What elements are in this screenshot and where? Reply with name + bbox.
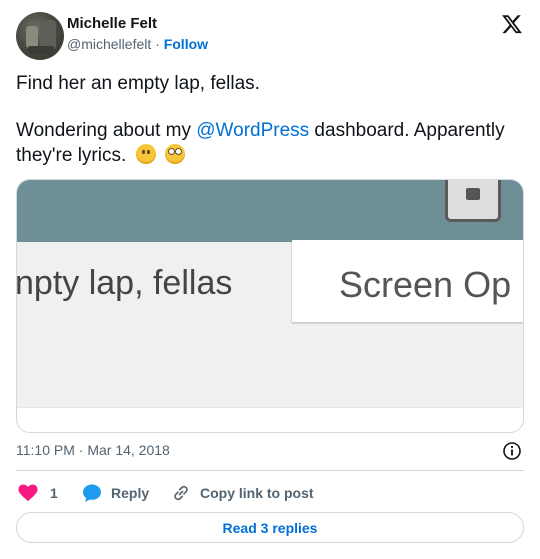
like-button[interactable]: 1 — [18, 483, 58, 503]
separator-dot: · — [155, 36, 160, 52]
tweet-timestamp[interactable]: 11:10 PM · Mar 14, 2018 — [16, 442, 170, 458]
media-button-text: Screen Op — [339, 264, 512, 305]
avatar[interactable] — [16, 12, 64, 60]
follow-link[interactable]: Follow — [164, 36, 208, 52]
x-logo-icon[interactable] — [501, 13, 523, 35]
link-icon — [174, 485, 188, 501]
tweet-text-line2: Wondering about my @WordPress dashboard.… — [16, 118, 528, 168]
reply-label: Reply — [111, 485, 150, 501]
like-count: 1 — [50, 485, 58, 501]
media-left-text: npty lap, fellas — [16, 264, 233, 302]
media-image[interactable]: npty lap, fellas Screen Op — [16, 179, 524, 433]
reply-bubble-icon — [83, 484, 101, 502]
tweet-text-line1: Find her an empty lap, fellas. — [16, 73, 260, 94]
author-name[interactable]: Michelle Felt — [67, 15, 157, 32]
reply-button[interactable]: Reply — [82, 483, 149, 503]
tweet-card: Michelle Felt @michellefelt · Follow Fin… — [0, 0, 540, 559]
eye-roll-emoji — [164, 144, 185, 164]
copy-link-label: Copy link to post — [200, 485, 314, 501]
avatar-shape — [26, 26, 38, 48]
author-handle-row: @michellefelt · Follow — [67, 36, 208, 52]
media-corner-icon — [445, 180, 501, 222]
divider — [16, 470, 524, 471]
read-replies-button[interactable]: Read 3 replies — [16, 512, 524, 543]
author-handle[interactable]: @michellefelt — [67, 36, 151, 52]
avatar-shape — [28, 46, 54, 54]
heart-icon — [18, 484, 38, 502]
copy-link-button[interactable]: Copy link to post — [171, 483, 314, 503]
info-icon[interactable] — [502, 441, 522, 461]
tweet-text-part: Wondering about my — [16, 120, 197, 141]
mention-link[interactable]: @WordPress — [196, 120, 309, 141]
upside-down-face-emoji — [135, 144, 156, 164]
media-bottom-strip — [17, 407, 523, 432]
